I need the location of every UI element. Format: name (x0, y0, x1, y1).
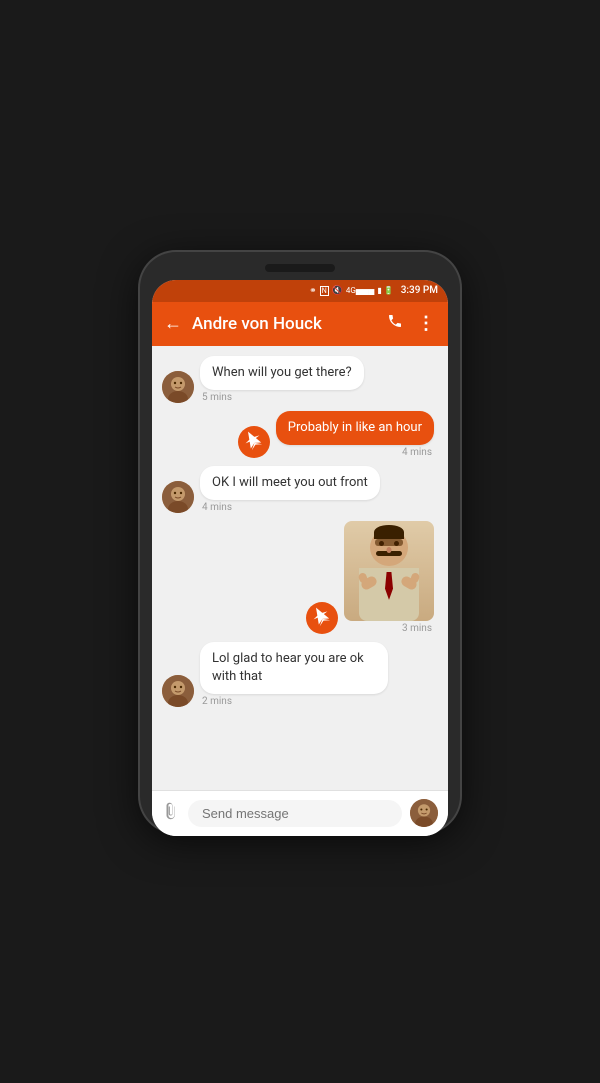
back-button[interactable] (164, 313, 182, 334)
phone-speaker (265, 264, 335, 272)
status-bar: ⚭ N 🔇 4G▅▅▅ ▮ 🔋 3:39 PM (152, 280, 448, 302)
message-timestamp: 4 mins (200, 502, 234, 513)
input-bar (152, 790, 448, 836)
message-bubble-wrap: OK I will meet you out front 4 mins (200, 466, 380, 513)
status-icons: ⚭ N 🔇 4G▅▅▅ ▮ 🔋 3:39 PM (309, 285, 438, 296)
message-timestamp: 5 mins (200, 392, 234, 403)
message-row: When will you get there? 5 mins (162, 356, 438, 403)
message-timestamp: 4 mins (400, 447, 434, 458)
phone-call-button[interactable] (387, 313, 403, 334)
message-row: Lol glad to hear you are ok with that 2 … (162, 642, 438, 707)
mute-icon: 🔇 (332, 286, 343, 296)
message-bubble: Lol glad to hear you are ok with that (200, 642, 388, 694)
message-text: Probably in like an hour (288, 420, 422, 435)
phone-screen: ⚭ N 🔇 4G▅▅▅ ▮ 🔋 3:39 PM Andre von Houck … (152, 280, 448, 836)
avatar (162, 675, 194, 707)
message-bubble: Probably in like an hour (276, 411, 434, 445)
conversation-title: Andre von Houck (192, 314, 377, 334)
message-row: Probably in like an hour 4 mins (162, 411, 438, 458)
status-time: 3:39 PM (401, 285, 438, 296)
message-bubble-wrap: Probably in like an hour 4 mins (276, 411, 434, 458)
signal-icon: 4G▅▅▅ (346, 286, 374, 295)
message-bubble: OK I will meet you out front (200, 466, 380, 500)
message-text: When will you get there? (212, 365, 352, 380)
messages-area: When will you get there? 5 mins Probably… (152, 346, 448, 790)
message-bubble-wrap: When will you get there? 5 mins (200, 356, 364, 403)
battery-icon: ▮ 🔋 (377, 286, 393, 295)
message-timestamp: 2 mins (200, 696, 234, 707)
avatar (162, 481, 194, 513)
avatar-input-me (410, 799, 438, 827)
nfc-icon: N (320, 286, 329, 296)
bluetooth-icon: ⚭ (309, 286, 317, 296)
app-bar: Andre von Houck ⋮ (152, 302, 448, 346)
sticker-bubble (344, 521, 434, 621)
avatar (162, 371, 194, 403)
message-text: Lol glad to hear you are ok with that (212, 651, 364, 684)
message-row: 3 mins (162, 521, 438, 634)
message-row: OK I will meet you out front 4 mins (162, 466, 438, 513)
message-input[interactable] (188, 800, 402, 827)
message-timestamp: 3 mins (400, 623, 434, 634)
message-bubble: When will you get there? (200, 356, 364, 390)
avatar-me (238, 426, 270, 458)
message-text: OK I will meet you out front (212, 475, 368, 490)
avatar-me (306, 602, 338, 634)
more-options-button[interactable]: ⋮ (417, 313, 436, 334)
message-bubble-wrap: Lol glad to hear you are ok with that 2 … (200, 642, 388, 707)
attach-button[interactable] (162, 802, 180, 825)
app-bar-actions: ⋮ (387, 313, 436, 334)
sticker-bubble-wrap: 3 mins (344, 521, 434, 634)
phone-device: ⚭ N 🔇 4G▅▅▅ ▮ 🔋 3:39 PM Andre von Houck … (140, 252, 460, 832)
